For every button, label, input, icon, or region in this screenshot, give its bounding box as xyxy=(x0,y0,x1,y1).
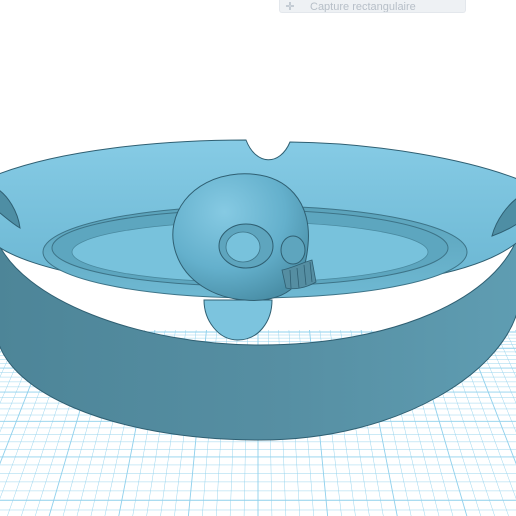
ashtray-notch-front xyxy=(203,299,273,341)
capture-rectangle-tooltip[interactable]: ✛ Capture rectangulaire xyxy=(279,0,466,13)
grid-line xyxy=(505,330,516,516)
capture-label: Capture rectangulaire xyxy=(310,1,416,13)
workplane-viewport[interactable] xyxy=(0,0,516,516)
skull-eye-inner-left xyxy=(225,231,261,263)
skull-eye-socket-right xyxy=(280,235,306,265)
crosshair-icon: ✛ xyxy=(285,1,295,13)
grid-line xyxy=(494,330,516,516)
